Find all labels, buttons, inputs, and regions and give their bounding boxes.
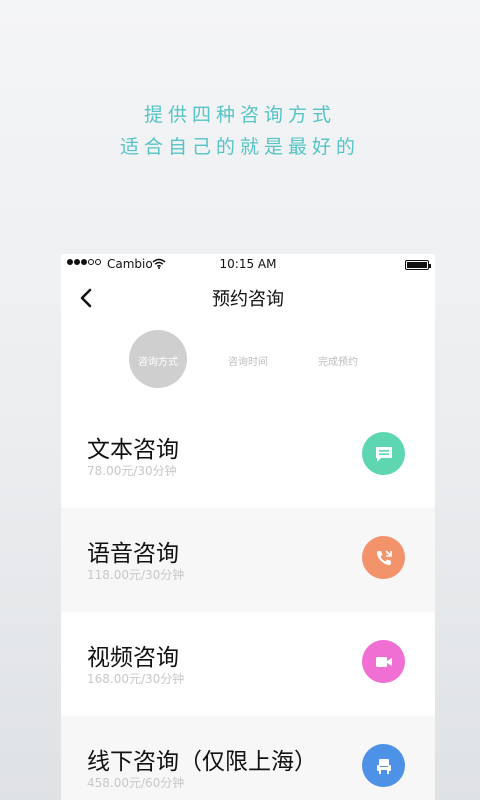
option-offline-consult[interactable]: 线下咨询（仅限上海） 458.00元/60分钟 [61,716,435,800]
option-price: 168.00元/30分钟 [87,672,185,686]
step-consult-time: 咨询时间 [228,357,268,368]
option-text-consult[interactable]: 文本咨询 78.00元/30分钟 [61,404,435,508]
option-title: 语音咨询 [87,541,179,567]
option-title: 视频咨询 [87,645,179,671]
option-title: 线下咨询（仅限上海） [87,749,317,775]
status-time: 10:15 AM [219,257,277,271]
navigation-bar: 预约咨询 [61,276,435,318]
chair-icon [362,744,405,787]
phone-screen: Cambio 10:15 AM 预约咨询 咨询方式 咨询时间 完成预约 文本咨询… [61,254,435,800]
option-price: 458.00元/60分钟 [87,776,185,790]
status-bar: Cambio 10:15 AM [61,254,435,276]
tagline-line-1: 提供四种咨询方式 [143,104,336,126]
tagline-line-2: 适合自己的就是最好的 [119,136,360,158]
step-complete: 完成预约 [318,357,358,368]
page-title: 预约咨询 [212,289,284,310]
option-title: 文本咨询 [87,437,179,463]
step-consult-method: 咨询方式 [138,357,178,368]
step-indicator: 咨询方式 咨询时间 完成预约 [61,318,435,404]
option-video-consult[interactable]: 视频咨询 168.00元/30分钟 [61,612,435,716]
battery-icon [405,260,431,270]
chat-icon [362,432,405,475]
option-price: 118.00元/30分钟 [87,568,185,582]
video-icon [362,640,405,683]
option-price: 78.00元/30分钟 [87,464,177,478]
option-voice-consult[interactable]: 语音咨询 118.00元/30分钟 [61,508,435,612]
phone-icon [362,536,405,579]
